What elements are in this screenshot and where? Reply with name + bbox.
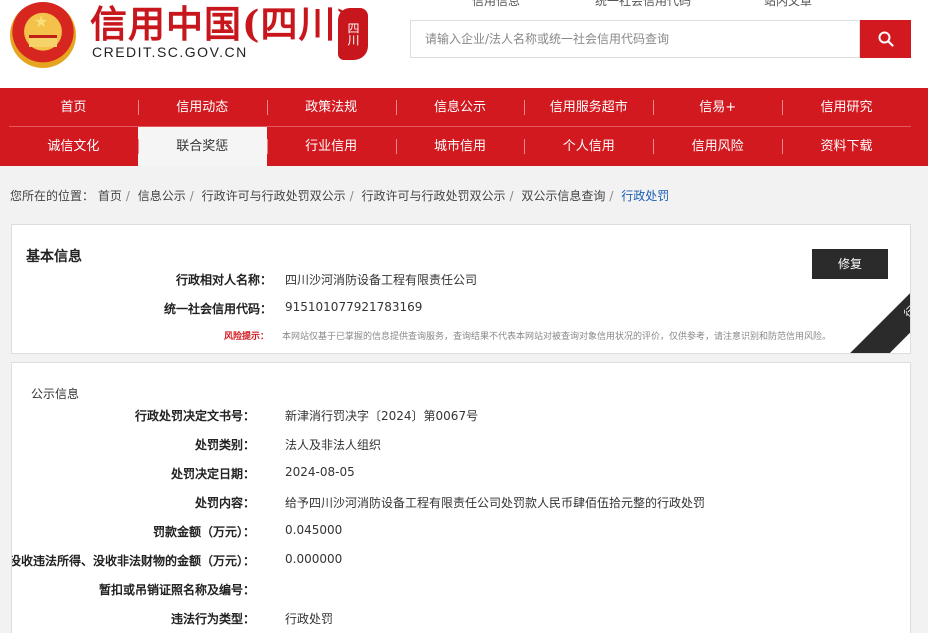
sichuan-seal-icon: 四川 — [338, 8, 368, 60]
nav-item-home[interactable]: 首页 — [9, 88, 138, 127]
breadcrumb-item[interactable]: 行政许可与行政处罚双公示 — [362, 189, 506, 203]
breadcrumb-item[interactable]: 首页 — [98, 189, 122, 203]
breadcrumb-item[interactable]: 行政许可与行政处罚双公示 — [202, 189, 346, 203]
top-links: 信用信息 统一社会信用代码 站内文章 — [470, 0, 830, 9]
field-label: 处罚决定日期： — [170, 467, 255, 481]
public-info-panel: 公示信息 行政处罚决定文书号： 新津消行罚决字〔2024〕第0067号 处罚类别… — [11, 362, 911, 633]
field-value: 法人及非法人组织 — [285, 438, 382, 452]
nav-item-credit-risk[interactable]: 信用风险 — [653, 127, 782, 166]
field-label: 行政相对人名称： — [175, 273, 272, 287]
nav-item-integrity-culture[interactable]: 诚信文化 — [9, 127, 138, 166]
field-label: 处罚内容： — [194, 496, 255, 510]
basic-info-title: 基本信息 — [26, 249, 82, 265]
field-row: 处罚内容： 给予四川沙河消防设备工程有限责任公司处罚款人民币肆佰伍拾元整的行政处… — [12, 494, 892, 514]
field-row: 行政处罚决定文书号： 新津消行罚决字〔2024〕第0067号 — [12, 407, 892, 427]
field-row: 处罚类别： 法人及非法人组织 — [12, 436, 892, 456]
field-value: 给予四川沙河消防设备工程有限责任公司处罚款人民币肆佰伍拾元整的行政处罚 — [285, 496, 706, 510]
field-value: 新津消行罚决字〔2024〕第0067号 — [285, 409, 479, 423]
nav-item-personal-credit[interactable]: 个人信用 — [524, 127, 653, 166]
site-header: ★ 信用中国(四川) CREDIT.SC.GOV.CN 四川 信用信息 统一社会… — [0, 0, 928, 88]
field-label: 统一社会信用代码： — [163, 302, 272, 316]
nav-item-joint-rewards[interactable]: 联合奖惩 — [137, 127, 267, 166]
search-box — [410, 20, 860, 58]
field-label: 违法行为类型： — [170, 612, 255, 626]
field-value: 行政处罚 — [285, 612, 334, 626]
breadcrumb: 您所在的位置： 首页 / 信息公示 / 行政许可与行政处罚双公示 / 行政许可与行政处… — [10, 189, 670, 203]
nav-item-policy[interactable]: 政策法规 — [266, 88, 396, 127]
nav-row-1: 首页 信用动态 政策法规 信息公示 信用服务超市 信易+ 信用研究 — [9, 88, 911, 127]
nav-item-xinyi-plus[interactable]: 信易+ — [653, 88, 782, 127]
site-logo-title[interactable]: 信用中国(四川) — [90, 2, 355, 46]
field-value: 915101077921783169 — [285, 300, 423, 314]
risk-text: 本网站仅基于已掌握的信息提供查询服务，查询结果不代表本网站对被查询对象信用状况的… — [282, 332, 832, 342]
nav-item-credit-research[interactable]: 信用研究 — [782, 88, 911, 127]
breadcrumb-item[interactable]: 双公示信息查询 — [521, 189, 605, 203]
nav-item-service-market[interactable]: 信用服务超市 — [524, 88, 653, 127]
field-label: 暂扣或吊销证照名称及编号： — [98, 583, 255, 597]
field-label: 行政处罚决定文书号： — [134, 409, 255, 423]
field-value: 四川沙河消防设备工程有限责任公司 — [285, 273, 478, 287]
basic-info-panel: 基本信息 行政相对人名称： 四川沙河消防设备工程有限责任公司 统一社会信用代码：… — [11, 224, 911, 354]
field-row: 统一社会信用代码： 915101077921783169 — [12, 300, 892, 320]
field-row: 暂扣或吊销证照名称及编号： — [12, 581, 892, 601]
nav-item-city-credit[interactable]: 城市信用 — [395, 127, 525, 166]
field-label: 没收违法所得、没收非法财物的金额（万元）： — [11, 554, 255, 568]
nav-item-downloads[interactable]: 资料下载 — [782, 127, 911, 166]
breadcrumb-prefix: 您所在的位置： — [10, 189, 95, 203]
nav-row-2: 诚信文化 联合奖惩 行业信用 城市信用 个人信用 信用风险 资料下载 — [9, 127, 911, 166]
breadcrumb-current[interactable]: 行政处罚 — [621, 189, 669, 203]
field-row: 行政相对人名称： 四川沙河消防设备工程有限责任公司 — [12, 271, 892, 291]
field-value: 0.000000 — [285, 552, 343, 566]
field-label: 处罚类别： — [194, 438, 255, 452]
search-icon — [878, 31, 894, 47]
field-row: 罚款金额（万元）： 0.045000 — [12, 523, 892, 543]
site-domain: CREDIT.SC.GOV.CN — [92, 44, 248, 60]
top-link-credit-code[interactable]: 统一社会信用代码 — [595, 0, 691, 9]
field-value: 0.045000 — [285, 523, 343, 537]
field-row: 没收违法所得、没收非法财物的金额（万元）： 0.000000 — [12, 552, 892, 572]
nav-item-industry-credit[interactable]: 行业信用 — [266, 127, 396, 166]
nav-item-public-info[interactable]: 信息公示 — [395, 88, 525, 127]
main-nav: 首页 信用动态 政策法规 信息公示 信用服务超市 信易+ 信用研究 诚信文化 联… — [0, 88, 928, 166]
field-label: 罚款金额（万元）： — [152, 525, 255, 539]
field-value: 2024-08-05 — [285, 465, 355, 479]
risk-label: 风险提示： — [224, 332, 270, 342]
top-link-site-articles[interactable]: 站内文章 — [764, 0, 812, 9]
nav-item-credit-news[interactable]: 信用动态 — [137, 88, 267, 127]
search-input[interactable] — [411, 21, 859, 57]
field-row: 违法行为类型： 行政处罚 — [12, 610, 892, 630]
repair-button[interactable]: 修复 — [812, 249, 888, 279]
breadcrumb-item[interactable]: 信息公示 — [138, 189, 186, 203]
public-info-title: 公示信息 — [31, 387, 80, 401]
national-emblem-icon: ★ — [10, 2, 76, 68]
field-row: 处罚决定日期： 2024-08-05 — [12, 465, 892, 485]
search-button[interactable] — [860, 20, 911, 58]
top-link-credit-info[interactable]: 信用信息 — [472, 0, 520, 9]
